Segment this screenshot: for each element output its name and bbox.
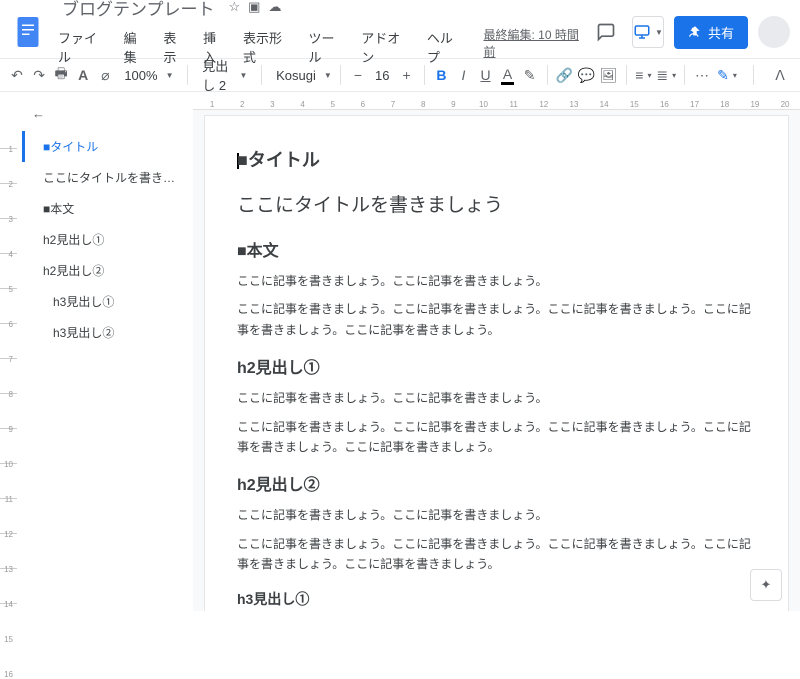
editing-mode-icon[interactable]: ✎▾ xyxy=(715,63,739,87)
move-icon[interactable]: ▣ xyxy=(248,0,260,15)
doc-heading-1: ■タイトル xyxy=(237,146,756,172)
doc-paragraph: ここに記事を書きましょう。ここに記事を書きましょう。 xyxy=(237,271,756,291)
present-icon[interactable]: ▼ xyxy=(632,16,664,48)
font-size-increase[interactable]: + xyxy=(398,63,416,87)
print-icon[interactable]: 🖶 xyxy=(52,63,70,87)
font-size-decrease[interactable]: − xyxy=(349,63,367,87)
docs-logo-icon[interactable] xyxy=(10,14,46,50)
menu-format[interactable]: 表示形式 xyxy=(241,26,297,68)
insert-link-icon[interactable]: 🔗 xyxy=(555,63,573,87)
paragraph-style-select[interactable]: 見出し 2▼ xyxy=(196,63,253,87)
share-button-label: 共有 xyxy=(708,23,734,42)
outline-item[interactable]: h3見出し① xyxy=(22,286,186,317)
text-color-icon[interactable]: A xyxy=(499,63,517,87)
menu-help[interactable]: ヘルプ xyxy=(425,26,468,68)
align-icon[interactable]: ≡▾ xyxy=(634,63,652,87)
add-comment-icon[interactable]: 💬 xyxy=(577,63,595,87)
title-bar: ブログテンプレート ☆ ▣ ☁ ファイル 編集 表示 挿入 表示形式 ツール ア… xyxy=(0,0,800,58)
redo-icon[interactable]: ↷ xyxy=(30,63,48,87)
outline-item[interactable]: h3見出し② xyxy=(22,317,186,348)
outline-item[interactable]: ■タイトル xyxy=(22,131,186,162)
spellcheck-icon[interactable]: A xyxy=(74,63,92,87)
underline-icon[interactable]: U xyxy=(476,63,494,87)
doc-paragraph: ここに記事を書きましょう。ここに記事を書きましょう。 xyxy=(237,388,756,408)
font-select[interactable]: Kosugi▼ xyxy=(270,63,332,87)
doc-heading-h3-1: h3見出し① xyxy=(237,589,756,609)
toolbar: ↶ ↷ 🖶 A ⌀ 100%▼ 見出し 2▼ Kosugi▼ − 16 + B … xyxy=(0,58,800,92)
vertical-ruler: 12345678910111213141516 xyxy=(0,92,18,611)
doc-paragraph: ここに記事を書きましょう。ここに記事を書きましょう。ここに記事を書きましょう。こ… xyxy=(237,417,756,458)
doc-paragraph: ここに記事を書きましょう。ここに記事を書きましょう。 xyxy=(237,505,756,525)
share-button[interactable]: 共有 xyxy=(674,16,748,49)
comments-history-icon[interactable] xyxy=(590,16,622,48)
doc-paragraph: ここに記事を書きましょう。ここに記事を書きましょう。ここに記事を書きましょう。こ… xyxy=(237,534,756,575)
paint-format-icon[interactable]: ⌀ xyxy=(96,63,114,87)
menu-file[interactable]: ファイル xyxy=(56,26,112,68)
doc-heading-body: ■本文 xyxy=(237,237,756,261)
more-icon[interactable]: ⋯ xyxy=(693,63,711,87)
star-icon[interactable]: ☆ xyxy=(229,0,241,15)
last-edit-link[interactable]: 最終編集: 10 時間前 xyxy=(484,26,590,68)
menu-edit[interactable]: 編集 xyxy=(122,26,152,68)
doc-heading-h2-2: h2見出し② xyxy=(237,471,756,495)
menu-tools[interactable]: ツール xyxy=(307,26,350,68)
explore-button[interactable]: ✦ xyxy=(750,569,782,601)
italic-icon[interactable]: I xyxy=(454,63,472,87)
account-avatar[interactable] xyxy=(758,16,790,48)
highlight-color-icon[interactable]: ✎ xyxy=(521,63,539,87)
horizontal-ruler: 1234567891011121314151617181920 xyxy=(193,92,800,110)
document-page[interactable]: ■タイトル ここにタイトルを書きましょう ■本文 ここに記事を書きましょう。ここ… xyxy=(205,116,788,611)
outline-item[interactable]: ■本文 xyxy=(22,193,186,224)
menu-view[interactable]: 表示 xyxy=(161,26,191,68)
insert-image-icon[interactable]: 🖼 xyxy=(600,63,618,87)
outline-item[interactable]: h2見出し① xyxy=(22,224,186,255)
collapse-toolbar-icon[interactable]: ᐱ xyxy=(768,63,792,87)
bold-icon[interactable]: B xyxy=(432,63,450,87)
document-title[interactable]: ブログテンプレート xyxy=(56,0,221,22)
outline-item[interactable]: h2見出し② xyxy=(22,255,186,286)
outline-collapse-icon[interactable]: ← xyxy=(22,102,186,131)
doc-heading-h2-1: h2見出し① xyxy=(237,354,756,378)
zoom-select[interactable]: 100%▼ xyxy=(118,63,179,87)
menu-addons[interactable]: アドオン xyxy=(359,26,415,68)
font-size-input[interactable]: 16 xyxy=(371,68,394,83)
line-spacing-icon[interactable]: ≣▾ xyxy=(656,63,676,87)
doc-title-placeholder: ここにタイトルを書きましょう xyxy=(237,190,756,217)
undo-icon[interactable]: ↶ xyxy=(8,63,26,87)
outline-panel: ← ■タイトルここにタイトルを書きましょう■本文h2見出し①h2見出し②h3見出… xyxy=(18,92,193,611)
cloud-status-icon[interactable]: ☁ xyxy=(268,0,281,15)
doc-paragraph: ここに記事を書きましょう。ここに記事を書きましょう。ここに記事を書きましょう。こ… xyxy=(237,299,756,340)
outline-item[interactable]: ここにタイトルを書きましょう xyxy=(22,162,186,193)
